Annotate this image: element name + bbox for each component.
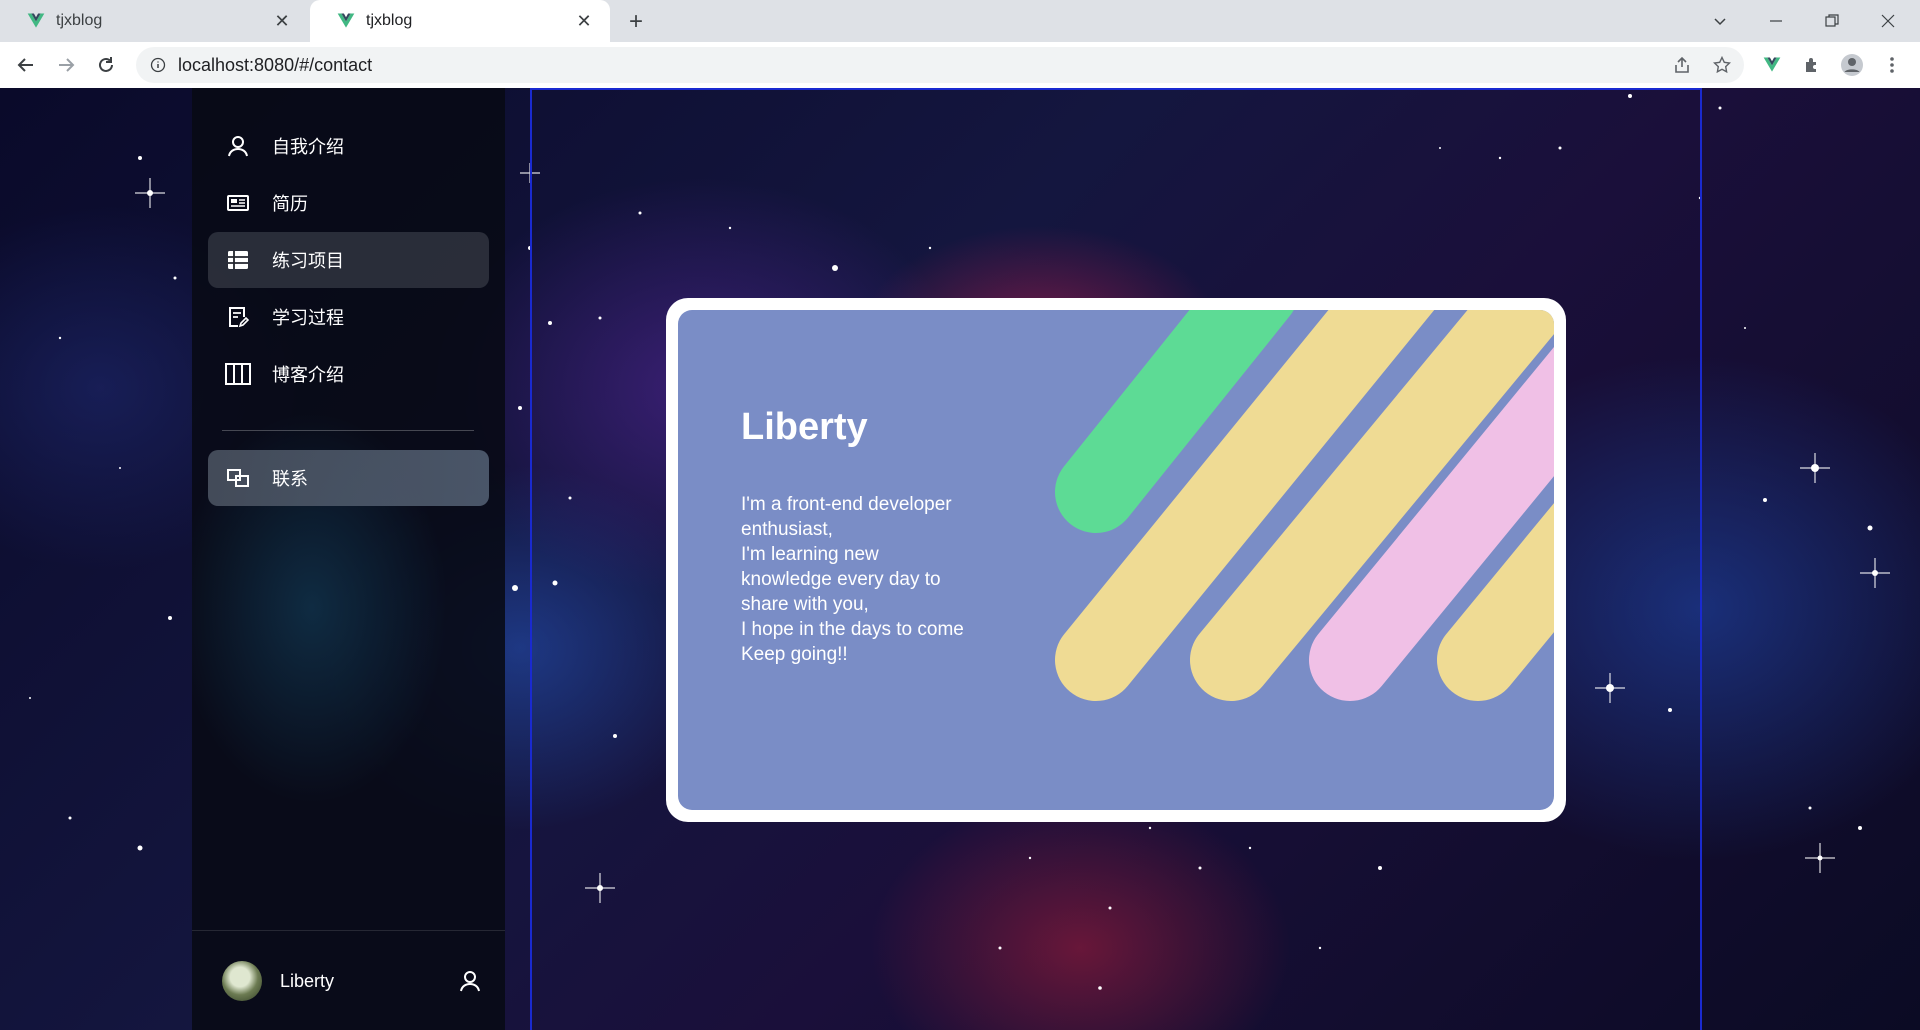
sidebar-user[interactable]: Liberty — [222, 960, 482, 1002]
minimize-icon[interactable] — [1748, 0, 1804, 42]
menu-kebab-icon[interactable] — [1876, 49, 1908, 81]
sidebar-item-label: 学习过程 — [272, 308, 344, 328]
profile-icon[interactable] — [1836, 49, 1868, 81]
bookmark-star-icon[interactable] — [1706, 49, 1738, 81]
sidebar-footer-divider — [192, 930, 505, 931]
card-line: I'm a front-end developer — [741, 494, 952, 515]
extensions-icon[interactable] — [1796, 49, 1828, 81]
sidebar-item-projects[interactable]: 练习项目 — [208, 232, 489, 288]
tab-close-icon[interactable]: ✕ — [270, 9, 294, 33]
card-line: I hope in the days to come — [741, 619, 964, 640]
sidebar-item-contact[interactable]: 联系 — [208, 450, 489, 506]
vue-devtools-icon[interactable] — [1756, 49, 1788, 81]
list-icon — [224, 246, 252, 274]
tab-close-icon[interactable]: ✕ — [572, 9, 596, 33]
sidebar-item-resume[interactable]: 简历 — [208, 175, 489, 231]
user-name: Liberty — [280, 970, 335, 991]
columns-icon — [224, 360, 252, 388]
restore-icon[interactable] — [1804, 0, 1860, 42]
card-line: enthusiast, — [741, 519, 833, 540]
sidebar-item-learning[interactable]: 学习过程 — [208, 289, 489, 345]
sidebar: 自我介绍 简历 练习项目 学习过程 博客介绍 联系 Liberty — [192, 88, 505, 1030]
contact-card: Liberty I'm a front-end developer enthus… — [666, 298, 1566, 822]
url-text: localhost:8080/#/contact — [178, 54, 373, 75]
user-icon — [224, 132, 252, 160]
sidebar-item-label: 练习项目 — [272, 251, 344, 271]
site-info-icon[interactable] — [150, 57, 166, 73]
page-background: 自我介绍 简历 练习项目 学习过程 博客介绍 联系 Liberty Libert… — [0, 88, 1920, 1030]
card-name: Liberty — [741, 406, 868, 448]
card-line: knowledge every day to — [741, 569, 941, 590]
sidebar-item-about[interactable]: 自我介绍 — [208, 118, 489, 174]
tab-title: tjxblog — [366, 12, 413, 29]
close-window-icon[interactable] — [1860, 0, 1916, 42]
vue-logo-icon — [337, 13, 355, 28]
resume-icon — [224, 189, 252, 217]
sidebar-divider — [222, 430, 474, 431]
browser-tab-active[interactable]: tjxblog ✕ — [310, 0, 610, 42]
address-bar[interactable]: localhost:8080/#/contact — [136, 47, 1744, 83]
contact-icon — [224, 464, 252, 492]
sidebar-item-blog[interactable]: 博客介绍 — [208, 346, 489, 402]
reload-icon[interactable] — [90, 49, 122, 81]
browser-tab[interactable]: tjxblog ✕ — [0, 0, 308, 42]
sidebar-item-label: 博客介绍 — [272, 365, 344, 385]
forward-icon[interactable] — [50, 49, 82, 81]
tab-title: tjxblog — [56, 12, 103, 29]
new-tab-button[interactable]: + — [622, 8, 650, 36]
card-description: I'm a front-end developer enthusiast, I'… — [741, 492, 1001, 667]
sidebar-item-label: 联系 — [272, 469, 308, 489]
back-icon[interactable] — [10, 49, 42, 81]
user-profile-icon[interactable] — [458, 969, 482, 993]
card-line: I'm learning new — [741, 544, 879, 565]
card-line: Keep going!! — [741, 644, 848, 665]
vue-logo-icon — [27, 13, 45, 28]
browser-toolbar: localhost:8080/#/contact — [0, 42, 1920, 88]
sidebar-item-label: 简历 — [272, 194, 308, 214]
contact-card-inner: Liberty I'm a front-end developer enthus… — [678, 310, 1554, 810]
avatar[interactable] — [222, 961, 262, 1001]
card-line: share with you, — [741, 594, 869, 615]
edit-note-icon — [224, 303, 252, 331]
share-icon[interactable] — [1666, 49, 1698, 81]
tab-search-icon[interactable] — [1692, 0, 1748, 42]
sidebar-item-label: 自我介绍 — [272, 137, 344, 157]
browser-tab-bar: tjxblog ✕ tjxblog ✕ + — [0, 0, 1920, 42]
